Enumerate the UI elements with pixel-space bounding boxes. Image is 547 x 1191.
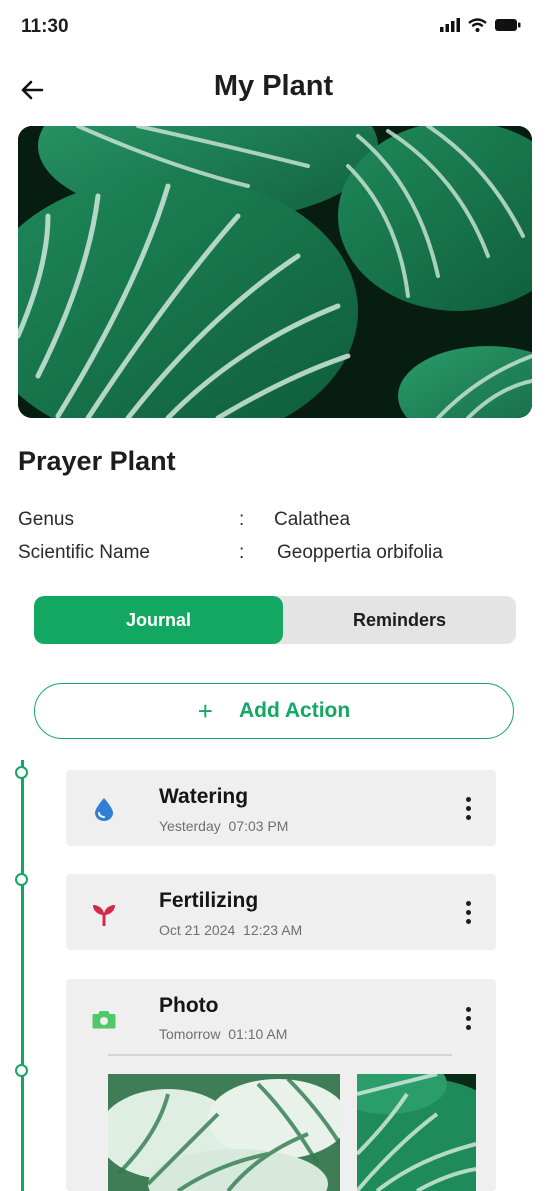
status-icons [440,18,521,32]
tab-reminders[interactable]: Reminders [283,596,516,644]
journal-entry-fertilizing[interactable]: Fertilizing Oct 21 2024 12:23 AM [66,874,496,950]
entry-timestamp: Yesterday 07:03 PM [159,818,289,834]
segmented-tabs: Journal Reminders [34,596,516,644]
scientific-name-value: Geoppertia orbifolia [277,542,443,563]
photo-thumbnail[interactable] [357,1074,476,1191]
page-title: My Plant [213,70,334,102]
scientific-name-label: Scientific Name [18,542,150,563]
timeline-dot [15,766,28,779]
tab-journal[interactable]: Journal [34,596,283,644]
plant-photo [18,126,532,418]
divider [108,1054,452,1056]
entry-title: Photo [159,994,219,1017]
photo-thumbnail[interactable] [108,1074,340,1191]
entry-timestamp: Oct 21 2024 12:23 AM [159,922,303,938]
entry-title: Fertilizing [159,889,259,912]
sprout-icon [92,902,116,926]
plus-icon: + [197,695,213,726]
entry-timestamp: Tomorrow 01:10 AM [159,1026,288,1042]
journal-entry-watering[interactable]: Watering Yesterday 07:03 PM [66,770,496,846]
genus-label: Genus [18,509,74,530]
timeline-line [21,760,24,1191]
battery-icon [495,19,521,31]
add-action-button[interactable]: + Add Action [34,683,514,739]
more-options-icon[interactable] [460,897,476,927]
status-time: 11:30 [21,16,69,37]
wifi-icon [468,18,487,32]
separator: : [239,509,245,530]
timeline-dot [15,873,28,886]
camera-icon [92,1007,116,1031]
water-drop-icon [92,797,116,821]
signal-icon [440,18,460,32]
more-options-icon[interactable] [460,1003,476,1033]
entry-title: Watering [159,785,249,808]
genus-value: Calathea [274,509,351,530]
add-action-label: Add Action [238,699,351,722]
plant-name: Prayer Plant [18,446,176,476]
separator: : [239,542,245,563]
timeline-dot [15,1064,28,1077]
more-options-icon[interactable] [460,793,476,823]
